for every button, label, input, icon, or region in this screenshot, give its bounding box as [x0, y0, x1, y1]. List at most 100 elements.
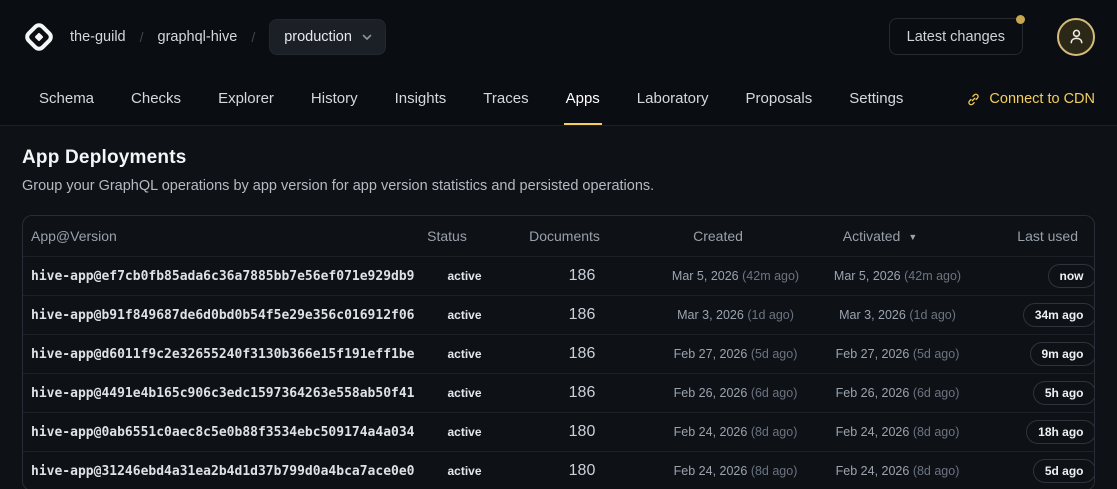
app-version-cell[interactable]: hive-app@31246ebd4a31ea2b4d1d37b799d0a4b…	[31, 464, 415, 479]
activated-relative: (5d ago)	[913, 347, 960, 361]
tab-bar: Schema Checks Explorer History Insights Trace…	[0, 73, 1117, 126]
status-cell: active	[415, 347, 515, 361]
last-used-cell: 34m ago	[974, 303, 1095, 327]
app-version-cell[interactable]: hive-app@ef7cb0fb85ada6c36a7885bb7e56ef0…	[31, 269, 415, 284]
user-avatar[interactable]	[1057, 18, 1095, 56]
created-date: Feb 24, 2026	[674, 464, 748, 478]
activated-cell: Mar 5, 2026 (42m ago)	[822, 269, 974, 283]
latest-changes-button[interactable]: Latest changes	[889, 18, 1023, 55]
created-date: Feb 26, 2026	[674, 386, 748, 400]
column-header-app-version[interactable]: App@Version	[31, 228, 397, 244]
activated-relative: (1d ago)	[909, 308, 956, 322]
last-used-cell: 18h ago	[974, 420, 1095, 444]
hive-logo-icon[interactable]	[22, 20, 56, 54]
created-date: Feb 27, 2026	[674, 347, 748, 361]
app-version-cell[interactable]: hive-app@d6011f9c2e32655240f3130b366e15f…	[31, 347, 415, 362]
target-selector-label: production	[284, 29, 352, 45]
tab[interactable]: Traces	[481, 73, 530, 125]
link-icon	[966, 92, 981, 107]
table-row[interactable]: hive-app@d6011f9c2e32655240f3130b366e15f…	[23, 334, 1094, 373]
activated-date: Feb 24, 2026	[836, 425, 910, 439]
activated-relative: (8d ago)	[913, 425, 960, 439]
created-relative: (6d ago)	[751, 386, 798, 400]
status-cell: active	[415, 425, 515, 439]
created-cell: Feb 26, 2026 (6d ago)	[650, 386, 822, 400]
app-version-cell[interactable]: hive-app@4491e4b165c906c3edc1597364263e5…	[31, 386, 415, 401]
connect-to-cdn-label: Connect to CDN	[989, 91, 1095, 107]
created-relative: (8d ago)	[751, 464, 798, 478]
notification-dot	[1016, 15, 1025, 24]
user-icon	[1067, 27, 1086, 46]
last-used-badge: 5h ago	[1033, 381, 1095, 405]
tabs: Schema Checks Explorer History Insights Trace…	[37, 73, 905, 125]
created-relative: (8d ago)	[751, 425, 798, 439]
table-row[interactable]: hive-app@0ab6551c0aec8c5e0b88f3534ebc509…	[23, 412, 1094, 451]
breadcrumb-org[interactable]: the-guild	[70, 29, 126, 45]
table-row[interactable]: hive-app@ef7cb0fb85ada6c36a7885bb7e56ef0…	[23, 256, 1094, 295]
last-used-badge: 34m ago	[1023, 303, 1095, 327]
breadcrumb-project[interactable]: graphql-hive	[158, 29, 238, 45]
created-relative: (1d ago)	[747, 308, 794, 322]
tab[interactable]: Explorer	[216, 73, 276, 125]
last-used-cell: now	[974, 264, 1095, 288]
status-cell: active	[415, 464, 515, 478]
activated-date: Mar 3, 2026	[839, 308, 906, 322]
column-header-last-used[interactable]: Last used	[956, 228, 1078, 244]
column-header-activated-label: Activated	[843, 228, 901, 244]
table-row[interactable]: hive-app@31246ebd4a31ea2b4d1d37b799d0a4b…	[23, 451, 1094, 489]
tab[interactable]: Checks	[129, 73, 183, 125]
activated-cell: Feb 26, 2026 (6d ago)	[822, 386, 974, 400]
connect-to-cdn-link[interactable]: Connect to CDN	[966, 73, 1095, 125]
activated-cell: Mar 3, 2026 (1d ago)	[822, 308, 974, 322]
last-used-cell: 5h ago	[974, 381, 1095, 405]
created-cell: Mar 3, 2026 (1d ago)	[650, 308, 822, 322]
created-date: Mar 5, 2026	[672, 269, 739, 283]
created-cell: Feb 24, 2026 (8d ago)	[650, 425, 822, 439]
top-bar: the-guild / graphql-hive / production La…	[0, 0, 1117, 73]
activated-cell: Feb 24, 2026 (8d ago)	[822, 425, 974, 439]
last-used-badge: 5d ago	[1033, 459, 1095, 483]
tab[interactable]: Proposals	[744, 73, 815, 125]
column-header-status[interactable]: Status	[397, 228, 497, 244]
activated-relative: (6d ago)	[913, 386, 960, 400]
last-used-cell: 5d ago	[974, 459, 1095, 483]
table-row[interactable]: hive-app@4491e4b165c906c3edc1597364263e5…	[23, 373, 1094, 412]
activated-cell: Feb 24, 2026 (8d ago)	[822, 464, 974, 478]
tab[interactable]: Settings	[847, 73, 905, 125]
tab[interactable]: Apps	[564, 73, 602, 125]
last-used-badge: now	[1048, 264, 1095, 288]
app-version-cell[interactable]: hive-app@b91f849687de6d0bd0b54f5e29e356c…	[31, 308, 415, 323]
page-title: App Deployments	[22, 147, 1095, 169]
created-relative: (42m ago)	[742, 269, 799, 283]
column-header-activated[interactable]: Activated▼	[804, 228, 956, 244]
tab[interactable]: Laboratory	[635, 73, 711, 125]
app-deployments-table: App@Version Status Documents Created Act…	[22, 215, 1095, 489]
tab[interactable]: Schema	[37, 73, 96, 125]
activated-date: Feb 26, 2026	[836, 386, 910, 400]
breadcrumb: the-guild / graphql-hive / production	[70, 19, 386, 55]
created-date: Feb 24, 2026	[674, 425, 748, 439]
created-cell: Mar 5, 2026 (42m ago)	[650, 269, 822, 283]
target-selector[interactable]: production	[269, 19, 386, 55]
documents-cell: 186	[515, 267, 650, 285]
activated-date: Mar 5, 2026	[834, 269, 901, 283]
last-used-cell: 9m ago	[974, 342, 1095, 366]
activated-relative: (8d ago)	[913, 464, 960, 478]
documents-cell: 180	[515, 462, 650, 480]
documents-cell: 186	[515, 306, 650, 324]
activated-relative: (42m ago)	[904, 269, 961, 283]
documents-cell: 186	[515, 345, 650, 363]
column-header-documents[interactable]: Documents	[497, 228, 632, 244]
activated-date: Feb 27, 2026	[836, 347, 910, 361]
documents-cell: 186	[515, 384, 650, 402]
tab[interactable]: Insights	[393, 73, 449, 125]
column-header-created[interactable]: Created	[632, 228, 804, 244]
app-version-cell[interactable]: hive-app@0ab6551c0aec8c5e0b88f3534ebc509…	[31, 425, 415, 440]
table-row[interactable]: hive-app@b91f849687de6d0bd0b54f5e29e356c…	[23, 295, 1094, 334]
table-header-row: App@Version Status Documents Created Act…	[23, 216, 1094, 256]
breadcrumb-separator: /	[251, 29, 255, 45]
activated-date: Feb 24, 2026	[836, 464, 910, 478]
status-cell: active	[415, 269, 515, 283]
tab[interactable]: History	[309, 73, 360, 125]
status-cell: active	[415, 308, 515, 322]
